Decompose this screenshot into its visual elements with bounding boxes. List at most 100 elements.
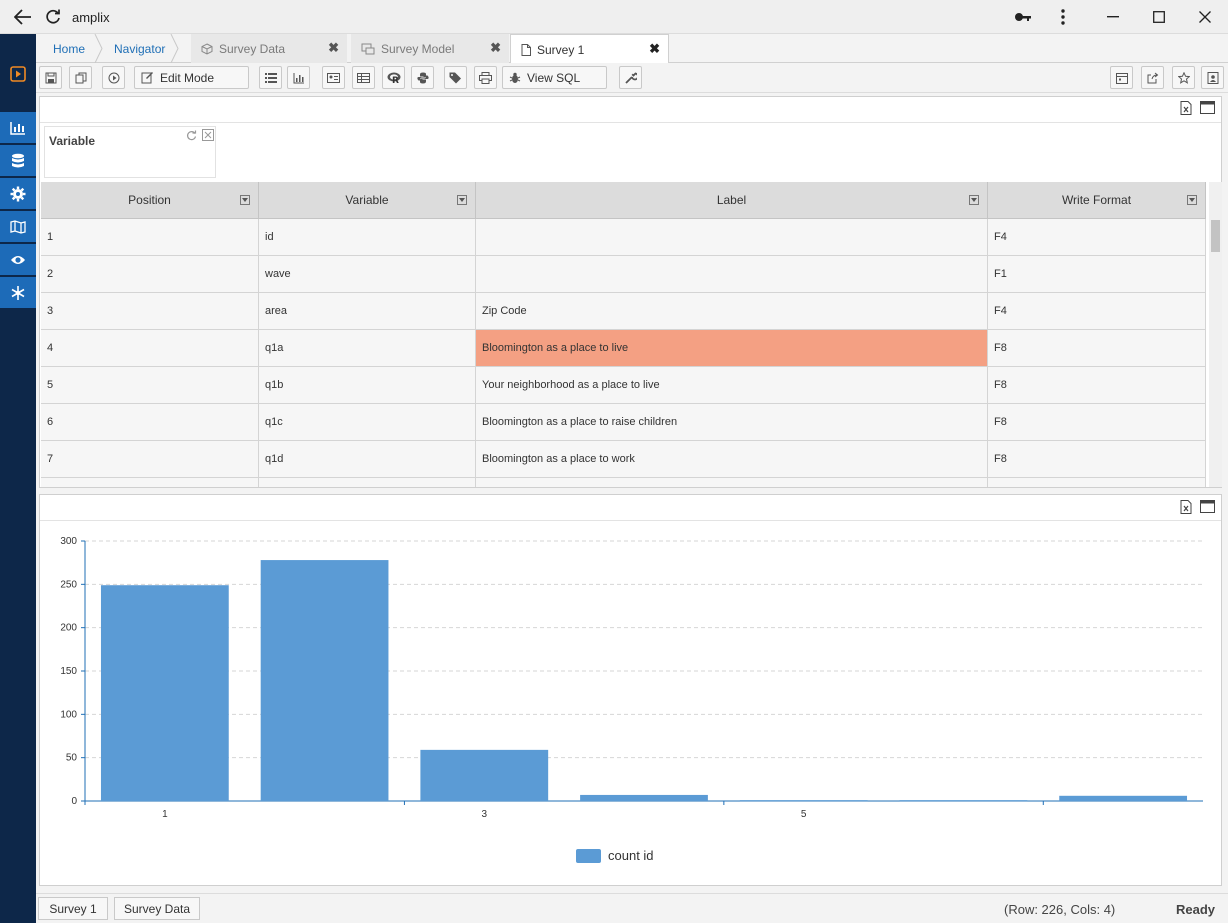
tab-survey-model[interactable]: Survey Model ✖ (351, 34, 509, 63)
column-menu-icon[interactable] (240, 195, 250, 205)
column-header-write-format[interactable]: Write Format (988, 182, 1206, 219)
column-header-label-col[interactable]: Label (476, 182, 988, 219)
tab-survey-data[interactable]: Survey Data ✖ (191, 34, 347, 63)
edit-mode-button[interactable]: Edit Mode (134, 66, 249, 89)
table-cell[interactable]: q1c (259, 404, 476, 441)
r-language-icon: R (387, 72, 400, 84)
star-icon (1177, 71, 1190, 84)
scrollbar-thumb[interactable] (1211, 220, 1220, 252)
close-tab-icon[interactable]: ✖ (490, 40, 501, 56)
tab-survey-1-label: Survey 1 (537, 42, 585, 57)
table-cell[interactable]: 7 (41, 441, 259, 478)
eye-icon[interactable] (0, 244, 36, 276)
table-cell[interactable] (41, 478, 259, 487)
database-icon[interactable] (0, 145, 36, 177)
settings-button[interactable] (619, 66, 642, 89)
chart-icon[interactable] (0, 112, 36, 144)
column-menu-icon[interactable] (457, 195, 467, 205)
table-cell[interactable]: 6 (41, 404, 259, 441)
app-title: amplix (72, 10, 110, 25)
table-cell[interactable]: q1d (259, 441, 476, 478)
more-menu-icon[interactable] (1052, 6, 1074, 28)
table-cell[interactable] (476, 219, 988, 256)
table-cell[interactable]: Bloomington as a place to raise children (476, 404, 988, 441)
bar (899, 800, 1028, 802)
refresh-filter-icon[interactable] (186, 130, 197, 141)
table-cell[interactable]: id (259, 219, 476, 256)
profile-button[interactable] (1201, 66, 1224, 89)
x-tick-label: 5 (801, 809, 807, 820)
column-menu-icon[interactable] (969, 195, 979, 205)
table-cell[interactable]: F8 (988, 404, 1206, 441)
table-cell[interactable] (476, 478, 988, 487)
column-header-variable[interactable]: Variable (259, 182, 476, 219)
close-tab-icon[interactable]: ✖ (649, 41, 660, 57)
maximize-panel-icon[interactable] (1200, 500, 1215, 513)
calendar-button[interactable] (1110, 66, 1133, 89)
table-cell[interactable]: 4 (41, 330, 259, 367)
table-cell[interactable]: Zip Code (476, 293, 988, 330)
table-cell[interactable]: Bloomington as a place to work (476, 441, 988, 478)
r-script-button[interactable]: R (382, 66, 405, 89)
bar (1059, 795, 1188, 801)
table-cell[interactable]: F4 (988, 219, 1206, 256)
table-cell[interactable] (476, 256, 988, 293)
maximize-panel-icon[interactable] (1200, 101, 1215, 114)
table-cell[interactable]: 5 (41, 367, 259, 404)
export-excel-icon[interactable] (1180, 500, 1192, 514)
table-cell[interactable]: 1 (41, 219, 259, 256)
print-button[interactable] (474, 66, 497, 89)
table-scrollbar[interactable] (1209, 182, 1222, 487)
table-cell[interactable]: F1 (988, 256, 1206, 293)
key-icon[interactable] (1012, 6, 1034, 28)
table-cell[interactable]: Your neighborhood as a place to live (476, 367, 988, 404)
table-cell[interactable]: F8 (988, 330, 1206, 367)
back-arrow-icon[interactable] (12, 6, 34, 28)
table-cell[interactable]: 2 (41, 256, 259, 293)
table-cell-selected[interactable]: Bloomington as a place to live (476, 330, 988, 367)
card-view-button[interactable] (322, 66, 345, 89)
clear-filter-icon[interactable] (202, 129, 214, 141)
x-tick-label: 3 (482, 809, 488, 820)
close-window-icon[interactable] (1194, 6, 1216, 28)
breadcrumb-separator-icon (170, 34, 179, 63)
column-header-position[interactable]: Position (41, 182, 259, 219)
table-cell[interactable]: q1b (259, 367, 476, 404)
export-excel-icon[interactable] (1180, 101, 1192, 115)
table-cell[interactable]: q1a (259, 330, 476, 367)
favorite-button[interactable] (1172, 66, 1195, 89)
table-cell[interactable]: 3 (41, 293, 259, 330)
close-tab-icon[interactable]: ✖ (328, 40, 339, 56)
table-view-button[interactable] (352, 66, 375, 89)
table-cell[interactable] (259, 478, 476, 487)
bottom-tab-survey-data[interactable]: Survey Data (114, 897, 200, 920)
play-icon[interactable] (0, 58, 36, 90)
view-sql-button[interactable]: View SQL (502, 66, 607, 89)
bar (260, 560, 389, 801)
maximize-icon[interactable] (1148, 6, 1170, 28)
panel-divider (40, 122, 1221, 123)
list-view-button[interactable] (259, 66, 282, 89)
snowflake-icon[interactable] (0, 277, 36, 309)
table-cell[interactable]: wave (259, 256, 476, 293)
bottom-tab-survey-1[interactable]: Survey 1 (38, 897, 108, 920)
copy-button[interactable] (69, 66, 92, 89)
share-button[interactable] (1141, 66, 1164, 89)
variable-filter-box[interactable]: Variable (44, 126, 216, 178)
minimize-icon[interactable] (1102, 6, 1124, 28)
tags-button[interactable] (444, 66, 467, 89)
map-icon[interactable] (0, 211, 36, 243)
column-menu-icon[interactable] (1187, 195, 1197, 205)
gear-icon[interactable] (0, 178, 36, 210)
chart-view-button[interactable] (287, 66, 310, 89)
tab-survey-1[interactable]: Survey 1 ✖ (510, 34, 669, 64)
table-cell[interactable]: F8 (988, 367, 1206, 404)
table-cell[interactable] (988, 478, 1206, 487)
table-cell[interactable]: area (259, 293, 476, 330)
python-script-button[interactable] (411, 66, 434, 89)
save-button[interactable] (39, 66, 62, 89)
refresh-icon[interactable] (42, 6, 64, 28)
table-cell[interactable]: F4 (988, 293, 1206, 330)
table-cell[interactable]: F8 (988, 441, 1206, 478)
run-button[interactable] (102, 66, 125, 89)
